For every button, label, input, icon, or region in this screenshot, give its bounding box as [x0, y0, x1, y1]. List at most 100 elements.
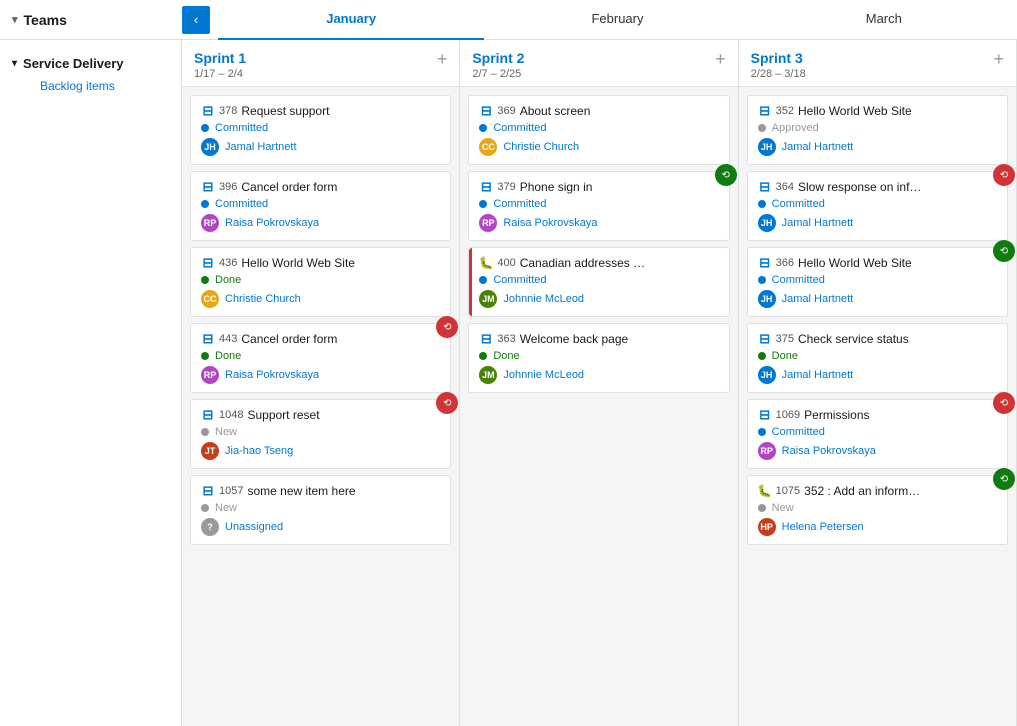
assignee-row: RP Raisa Pokrovskaya [201, 366, 440, 384]
link-badge: ⟲ [993, 164, 1015, 186]
card-top-line: ⊟ 1057 some new item here [201, 484, 440, 498]
card-sprint3-0[interactable]: ⊟ 352 Hello World Web Site Approved JH J… [747, 95, 1008, 165]
card-title: Welcome back page [520, 332, 719, 346]
status-row: Done [201, 274, 440, 286]
status-dot [479, 276, 487, 284]
card-title: Slow response on inf… [798, 180, 997, 194]
month-tab-january[interactable]: January [218, 0, 484, 40]
card-top-line: ⊟ 352 Hello World Web Site [758, 104, 997, 118]
sprint-cards-sprint2: ⊟ 369 About screen Committed CC Christie… [460, 87, 737, 726]
card-sprint2-3[interactable]: ⊟ 363 Welcome back page Done JM Johnnie … [468, 323, 729, 393]
card-top-line: ⊟ 396 Cancel order form [201, 180, 440, 194]
task-icon: ⊟ [758, 104, 772, 118]
avatar: JH [758, 214, 776, 232]
assignee-row: JH Jamal Hartnett [758, 214, 997, 232]
task-icon: ⊟ [201, 408, 215, 422]
status-text: Committed [215, 122, 268, 134]
assignee-name: Helena Petersen [782, 521, 864, 533]
card-top-line: ⊟ 379 Phone sign in [479, 180, 718, 194]
teams-chevron-icon: ▾ [12, 13, 18, 26]
sidebar-item-backlog[interactable]: Backlog items [12, 75, 169, 97]
sprint-header-sprint3: Sprint 3 2/28 – 3/18 + [739, 40, 1016, 87]
status-dot [479, 200, 487, 208]
task-icon: ⊟ [201, 180, 215, 194]
card-sprint2-1[interactable]: ⟲ ⊟ 379 Phone sign in Committed RP Raisa… [468, 171, 729, 241]
card-sprint1-1[interactable]: ⊟ 396 Cancel order form Committed RP Rai… [190, 171, 451, 241]
top-bar: ▾ Teams ‹ JanuaryFebruaryMarch [0, 0, 1017, 40]
card-sprint3-5[interactable]: ⟲ 🐛 1075 352 : Add an inform… New HP Hel… [747, 475, 1008, 545]
card-title: Canadian addresses … [520, 256, 719, 270]
status-text: New [215, 502, 237, 514]
card-sprint3-2[interactable]: ⟲ ⊟ 366 Hello World Web Site Committed J… [747, 247, 1008, 317]
assignee-row: JH Jamal Hartnett [758, 138, 997, 156]
status-text: Approved [772, 122, 819, 134]
card-sprint3-3[interactable]: ⊟ 375 Check service status Done JH Jamal… [747, 323, 1008, 393]
status-dot [758, 200, 766, 208]
sprint-column-sprint2: Sprint 2 2/7 – 2/25 + ⊟ 369 About screen… [460, 40, 738, 726]
month-tabs: JanuaryFebruaryMarch [218, 0, 1017, 40]
status-row: New [201, 502, 440, 514]
link-badge: ⟲ [993, 240, 1015, 262]
avatar: JH [758, 290, 776, 308]
status-row: Committed [479, 122, 718, 134]
assignee-row: RP Raisa Pokrovskaya [479, 214, 718, 232]
avatar: ? [201, 518, 219, 536]
status-row: Committed [758, 274, 997, 286]
status-text: Done [215, 274, 241, 286]
card-top-line: ⊟ 1069 Permissions [758, 408, 997, 422]
avatar: JH [201, 138, 219, 156]
task-icon: ⊟ [758, 180, 772, 194]
assignee-name: Raisa Pokrovskaya [225, 369, 319, 381]
card-sprint3-4[interactable]: ⟲ ⊟ 1069 Permissions Committed RP Raisa … [747, 399, 1008, 469]
avatar: CC [201, 290, 219, 308]
task-icon: ⊟ [201, 332, 215, 346]
assignee-row: JM Johnnie McLeod [479, 366, 718, 384]
card-sprint1-2[interactable]: ⊟ 436 Hello World Web Site Done CC Chris… [190, 247, 451, 317]
card-number: 1048 [219, 409, 243, 421]
sprint-add-button[interactable]: + [715, 50, 726, 68]
card-sprint1-3[interactable]: ⟲ ⊟ 443 Cancel order form Done RP Raisa … [190, 323, 451, 393]
card-top-line: ⊟ 378 Request support [201, 104, 440, 118]
sprint-add-button[interactable]: + [437, 50, 448, 68]
assignee-name: Jamal Hartnett [782, 217, 854, 229]
status-text: Committed [772, 274, 825, 286]
assignee-name: Jamal Hartnett [225, 141, 297, 153]
main-content: ▾ Service Delivery Backlog items Sprint … [0, 40, 1017, 726]
bug-icon: 🐛 [758, 484, 772, 498]
status-dot [758, 276, 766, 284]
sprint-add-button[interactable]: + [993, 50, 1004, 68]
sprint-dates: 2/28 – 3/18 [751, 68, 806, 80]
assignee-row: RP Raisa Pokrovskaya [758, 442, 997, 460]
card-top-line: ⊟ 436 Hello World Web Site [201, 256, 440, 270]
card-sprint3-1[interactable]: ⟲ ⊟ 364 Slow response on inf… Committed … [747, 171, 1008, 241]
status-text: Committed [493, 122, 546, 134]
status-row: New [201, 426, 440, 438]
card-number: 366 [776, 257, 794, 269]
card-sprint1-0[interactable]: ⊟ 378 Request support Committed JH Jamal… [190, 95, 451, 165]
month-tab-march[interactable]: March [751, 0, 1017, 40]
assignee-name: Unassigned [225, 521, 283, 533]
card-title: Cancel order form [241, 332, 440, 346]
card-top-line: ⊟ 364 Slow response on inf… [758, 180, 997, 194]
card-title: Hello World Web Site [798, 104, 997, 118]
card-top-line: ⊟ 363 Welcome back page [479, 332, 718, 346]
status-text: Committed [493, 274, 546, 286]
status-row: Committed [201, 122, 440, 134]
card-sprint2-0[interactable]: ⊟ 369 About screen Committed CC Christie… [468, 95, 729, 165]
status-text: Committed [215, 198, 268, 210]
card-sprint1-5[interactable]: ⊟ 1057 some new item here New ? Unassign… [190, 475, 451, 545]
collapse-icon: ▾ [12, 58, 17, 69]
sprint-title: Sprint 1 [194, 50, 246, 66]
status-text: Done [772, 350, 798, 362]
link-badge: ⟲ [715, 164, 737, 186]
card-sprint1-4[interactable]: ⟲ ⊟ 1048 Support reset New JT Jia-hao Ts… [190, 399, 451, 469]
card-sprint2-2[interactable]: 🐛 400 Canadian addresses … Committed JM … [468, 247, 729, 317]
sprint-header-sprint1: Sprint 1 1/17 – 2/4 + [182, 40, 459, 87]
status-text: Done [493, 350, 519, 362]
month-tab-february[interactable]: February [484, 0, 750, 40]
nav-back-button[interactable]: ‹ [182, 6, 210, 34]
link-badge: ⟲ [436, 316, 458, 338]
avatar: RP [201, 214, 219, 232]
sidebar-section-header[interactable]: ▾ Service Delivery [12, 52, 169, 75]
card-top-line: ⊟ 375 Check service status [758, 332, 997, 346]
